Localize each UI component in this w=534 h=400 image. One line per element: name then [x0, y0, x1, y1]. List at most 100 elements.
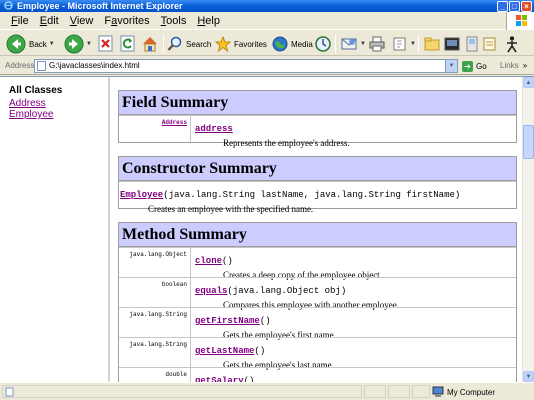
back-button[interactable]: Back ▼	[6, 34, 55, 54]
class-link-address[interactable]: Address	[9, 98, 108, 109]
printer-icon	[368, 35, 386, 53]
field-description: Represents the employee's address.	[223, 138, 350, 148]
menu-view[interactable]: View	[64, 12, 99, 30]
refresh-button[interactable]	[120, 34, 136, 54]
stop-button[interactable]	[98, 34, 114, 54]
address-label: Address	[5, 61, 35, 70]
page-icon	[37, 61, 46, 71]
status-bar: My Computer	[0, 382, 534, 400]
forward-button[interactable]: ▼	[64, 34, 92, 54]
edit-page-icon	[392, 36, 408, 52]
ie-logo-icon	[4, 1, 13, 10]
vertical-scrollbar[interactable]: ▲ ▼	[522, 77, 534, 383]
menu-help[interactable]: Help	[191, 12, 225, 30]
go-label: Go	[476, 61, 487, 71]
zone-label: My Computer	[447, 388, 496, 397]
forward-dropdown-icon[interactable]: ▼	[86, 41, 92, 47]
method-name-link[interactable]: equals	[195, 286, 227, 296]
method-name-link[interactable]: clone	[195, 256, 222, 266]
minimize-button[interactable]: _	[497, 1, 508, 12]
method-main: clone() Creates a deep copy of the emplo…	[192, 248, 516, 280]
links-toolbar[interactable]: Links»	[500, 61, 527, 70]
field-type-link[interactable]: Address	[162, 119, 187, 126]
scroll-thumb[interactable]	[523, 125, 534, 159]
media-label: Media	[291, 39, 313, 49]
stop-icon	[98, 35, 114, 53]
menu-edit[interactable]: Edit	[34, 12, 64, 30]
class-detail-frame: Field Summary Address address Represents…	[112, 77, 522, 383]
menu-favorites[interactable]: Favorites	[98, 12, 154, 30]
method-name-link[interactable]: getLastName	[195, 346, 254, 356]
status-text-cell	[2, 385, 362, 398]
media-player-button[interactable]	[444, 34, 460, 54]
scroll-down-icon[interactable]: ▼	[523, 371, 534, 382]
folder-icon	[424, 37, 440, 51]
computer-icon	[432, 386, 444, 399]
method-return-type: double	[119, 368, 191, 383]
field-summary-heading: Field Summary	[119, 91, 516, 115]
address-input[interactable]: G:\javaclasses\index.html ▼	[34, 59, 458, 73]
messenger-button[interactable]	[465, 34, 479, 54]
search-label: Search	[186, 39, 212, 49]
mail-button[interactable]: ▼	[340, 34, 366, 54]
back-label: Back	[29, 39, 47, 49]
field-type: Address	[119, 116, 191, 142]
class-link-employee[interactable]: Employee	[9, 109, 108, 120]
favorites-button[interactable]: Favorites	[215, 34, 267, 54]
history-button[interactable]	[314, 34, 332, 54]
maximize-button[interactable]: □	[509, 1, 520, 12]
browser-content: All Classes Address Employee Field Summa…	[0, 76, 534, 383]
edit-dropdown-icon[interactable]: ▼	[410, 41, 416, 47]
refresh-icon	[120, 35, 136, 53]
chevron-right-icon: »	[522, 61, 528, 70]
title-bar[interactable]: Employee - Microsoft Internet Explorer _…	[0, 0, 534, 12]
go-arrow-icon: ➔	[462, 60, 473, 72]
table-row: boolean equals(java.lang.Object obj) Com…	[119, 277, 516, 310]
table-row: double getSalary()	[119, 367, 516, 383]
favorites-star-icon	[215, 36, 231, 52]
windows-flag-icon	[506, 12, 534, 30]
media-globe-icon	[272, 36, 288, 52]
links-label: Links	[500, 61, 519, 70]
toolbar-separator	[418, 35, 419, 53]
constructor-name-link[interactable]: Employee	[120, 190, 163, 200]
folder-button[interactable]	[424, 34, 440, 54]
status-cell	[388, 385, 410, 398]
edit-button[interactable]: ▼	[392, 34, 416, 54]
status-cell	[364, 385, 386, 398]
method-main: getLastName() Gets the employee's last n…	[192, 338, 516, 370]
class-list-frame: All Classes Address Employee	[0, 77, 110, 383]
address-value: G:\javaclasses\index.html	[49, 61, 140, 70]
menu-tools[interactable]: Tools	[155, 12, 192, 30]
media-button[interactable]: Media	[272, 34, 313, 54]
method-main: equals(java.lang.Object obj) Compares th…	[192, 278, 516, 310]
research-button[interactable]	[483, 34, 497, 54]
menu-file[interactable]: File	[0, 12, 34, 30]
favorites-label: Favorites	[234, 39, 267, 49]
search-icon	[167, 36, 183, 52]
back-dropdown-icon[interactable]: ▼	[49, 41, 55, 47]
constructor-summary-heading: Constructor Summary	[119, 157, 516, 181]
table-row: java.lang.String getLastName() Gets the …	[119, 337, 516, 370]
address-dropdown-icon[interactable]: ▼	[445, 60, 457, 72]
page-status-icon	[5, 387, 15, 399]
constructor-signature: (java.lang.String lastName, java.lang.St…	[163, 190, 461, 200]
messenger-icon	[465, 36, 479, 52]
mail-dropdown-icon[interactable]: ▼	[360, 41, 366, 47]
back-arrow-icon	[6, 34, 26, 54]
print-button[interactable]	[368, 34, 386, 54]
accessibility-button[interactable]	[503, 34, 521, 54]
research-icon	[483, 36, 497, 52]
field-name-link[interactable]: address	[195, 124, 233, 134]
scroll-up-icon[interactable]: ▲	[523, 77, 534, 88]
method-name-link[interactable]: getFirstName	[195, 316, 260, 326]
method-main: getFirstName() Gets the employee's first…	[192, 308, 516, 340]
home-button[interactable]	[141, 34, 159, 54]
media-player-icon	[444, 37, 460, 51]
go-button[interactable]: ➔ Go	[462, 60, 487, 72]
close-button[interactable]: ×	[521, 1, 532, 12]
search-button[interactable]: Search	[167, 34, 211, 54]
method-summary-table: Method Summary java.lang.Object clone() …	[118, 222, 517, 383]
constructor-description: Creates an employee with the specified n…	[148, 204, 314, 214]
security-zone: My Computer	[432, 386, 495, 399]
